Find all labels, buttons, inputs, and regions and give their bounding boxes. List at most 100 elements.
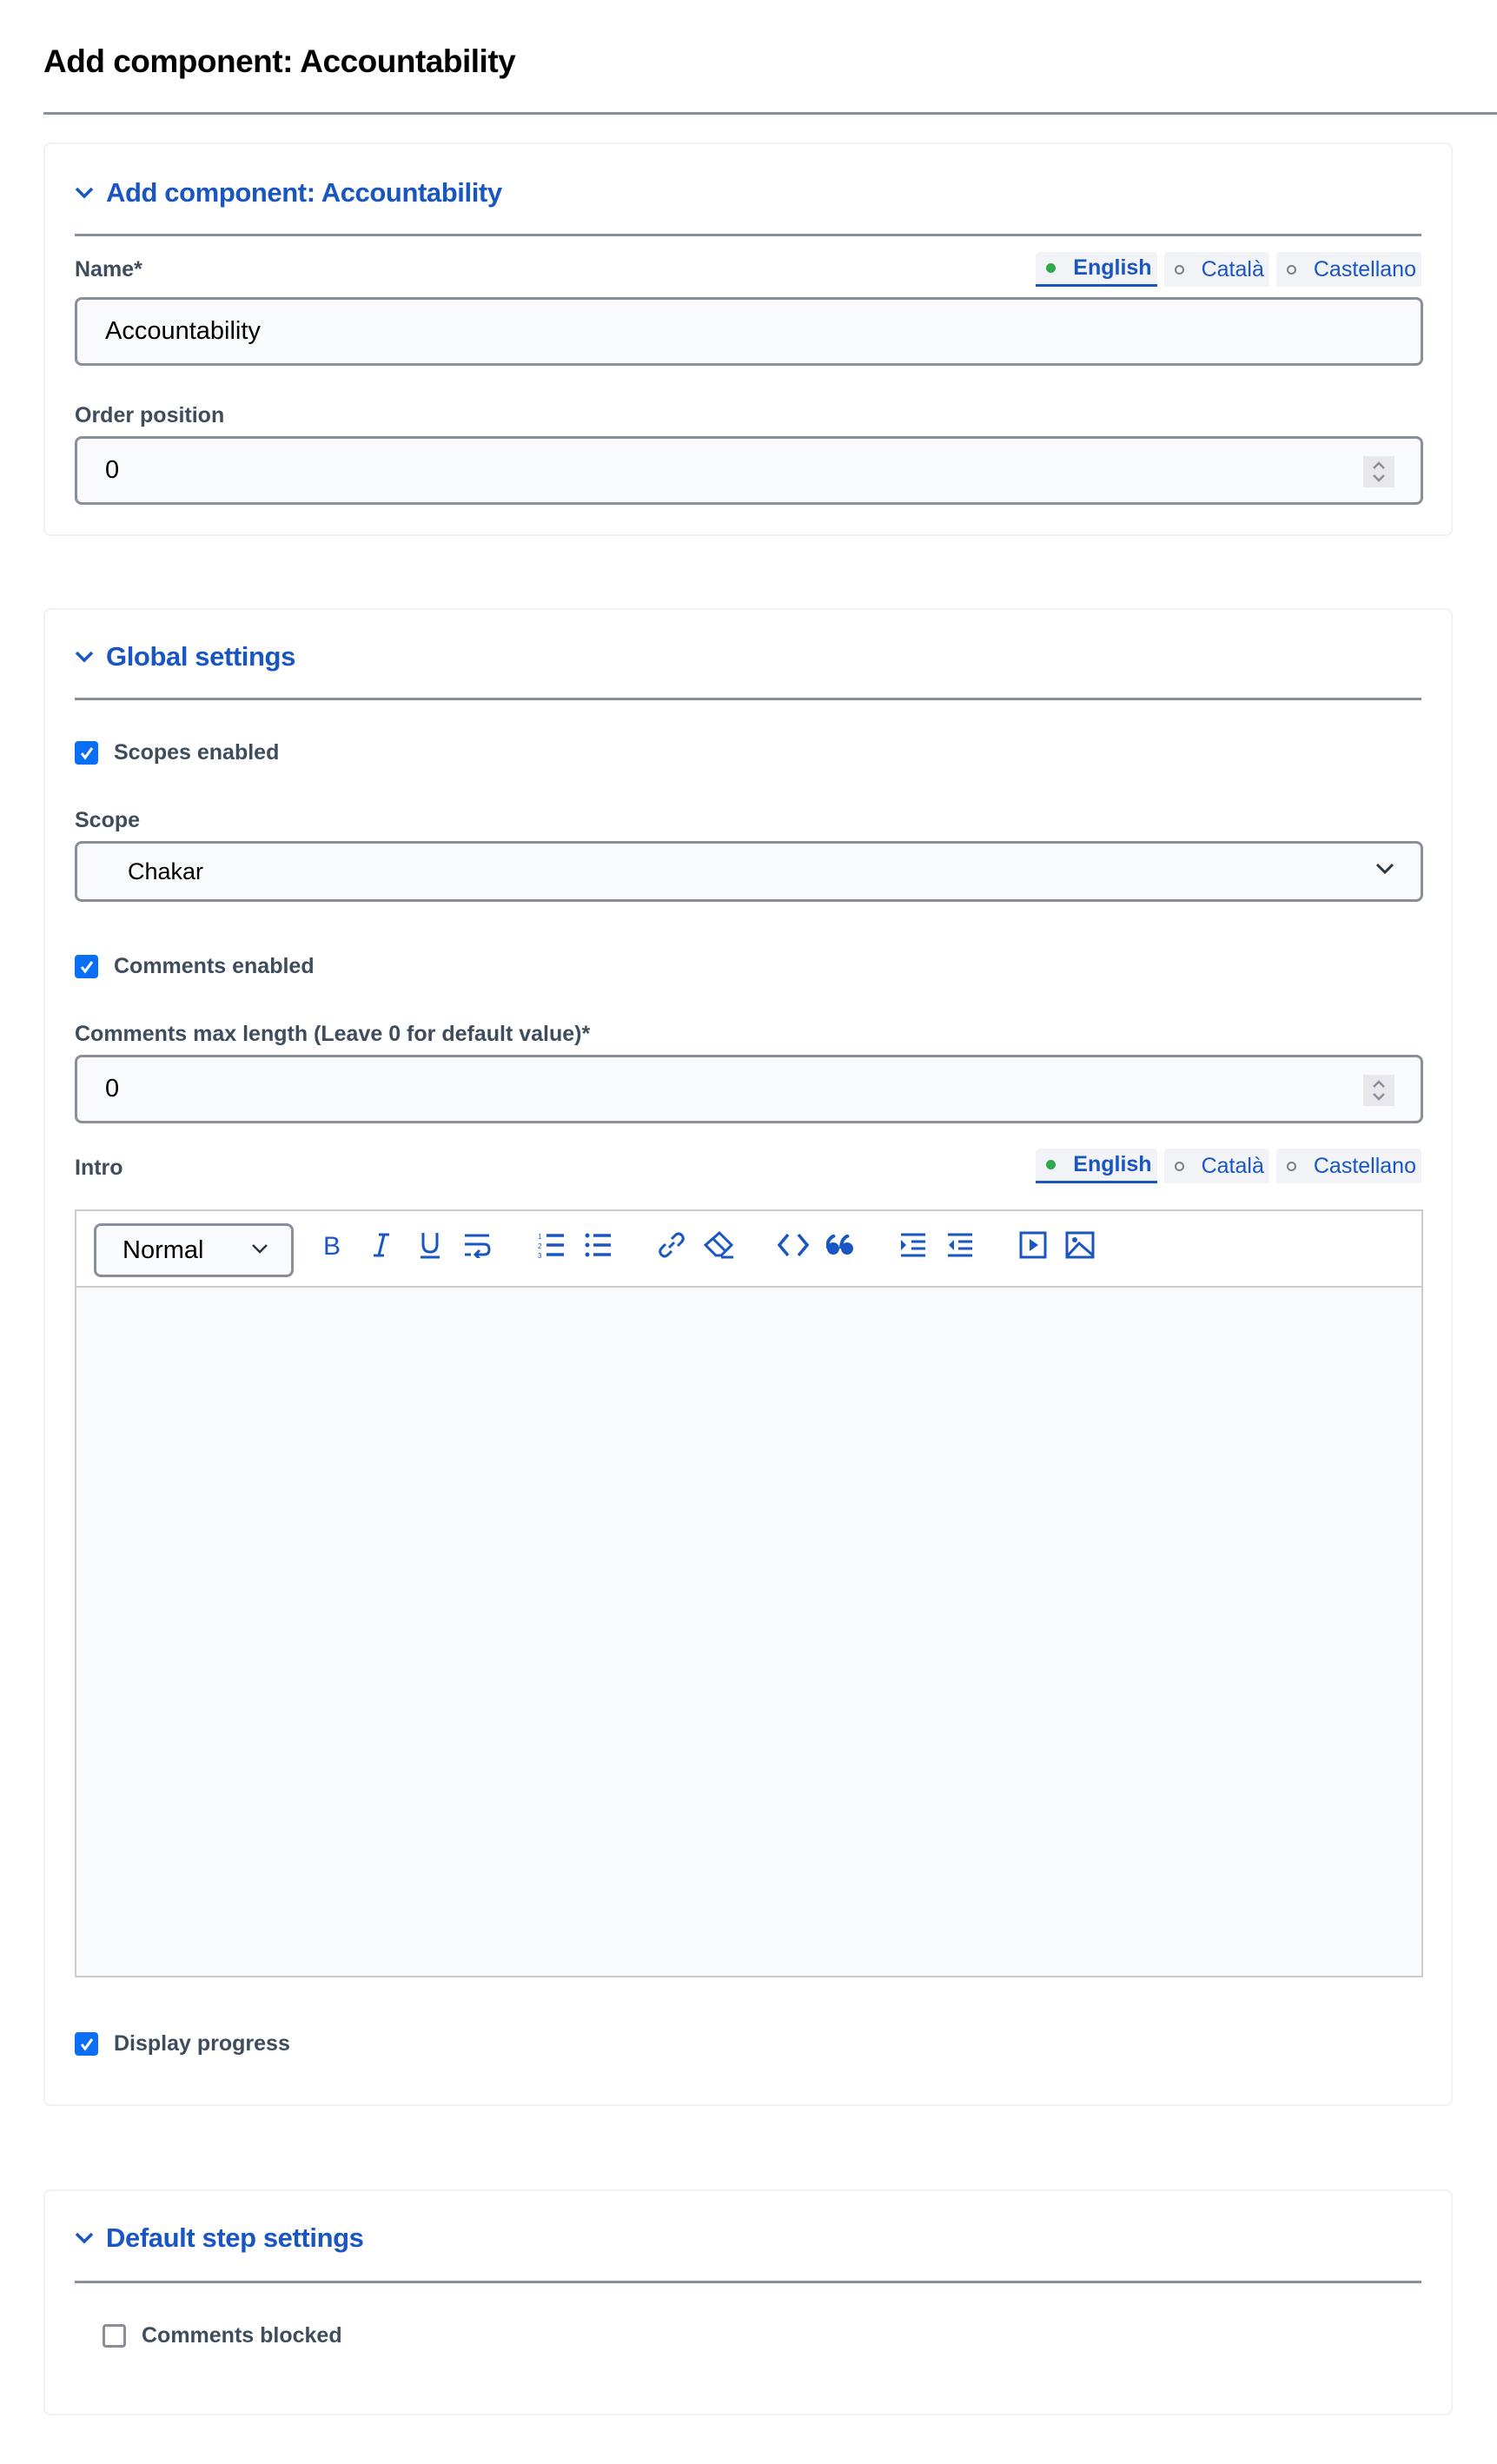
- code-button[interactable]: [775, 1227, 811, 1263]
- text-format-value: Normal: [123, 1235, 204, 1264]
- svg-text:2: 2: [538, 1242, 542, 1250]
- chevron-down-icon: [75, 651, 94, 663]
- video-button[interactable]: [1015, 1227, 1051, 1263]
- empty-dot-icon: [1174, 264, 1184, 275]
- svg-text:B: B: [323, 1232, 341, 1258]
- default-step-settings-toggle[interactable]: Default step settings: [75, 2222, 364, 2254]
- chevron-down-icon: [252, 1244, 268, 1254]
- global-settings-toggle[interactable]: Global settings: [75, 641, 295, 672]
- lang-tab-label: Castellano: [1313, 256, 1416, 282]
- text-format-select[interactable]: Normal: [94, 1223, 294, 1277]
- italic-button[interactable]: [363, 1227, 400, 1263]
- outdent-button[interactable]: [942, 1227, 978, 1263]
- up-down-arrows-icon: [1373, 1080, 1385, 1101]
- intro-language-tabs: English Català Castellano: [1036, 1149, 1421, 1183]
- display-progress-label: Display progress: [114, 2031, 290, 2056]
- comments-max-length-value: 0: [105, 1075, 120, 1103]
- comments-blocked-checkbox[interactable]: Comments blocked: [103, 2323, 342, 2348]
- chevron-down-icon: [75, 187, 94, 199]
- bold-icon: B: [323, 1232, 341, 1258]
- lang-tab-castellano[interactable]: Castellano: [1275, 252, 1421, 287]
- indent-icon: [901, 1233, 925, 1257]
- comments-max-length-label: Comments max length (Leave 0 for default…: [75, 1022, 591, 1046]
- lang-tab-catala[interactable]: Català: [1163, 1149, 1269, 1183]
- bullet-list-button[interactable]: [580, 1227, 617, 1263]
- global-settings-title: Global settings: [106, 641, 295, 672]
- svg-text:1: 1: [538, 1233, 542, 1241]
- bold-button[interactable]: B: [315, 1227, 351, 1263]
- checkbox-checked[interactable]: [75, 2032, 98, 2056]
- indent-button[interactable]: [895, 1227, 931, 1263]
- bullet-list-icon: [585, 1233, 611, 1257]
- global-settings-header: Global settings: [75, 610, 1421, 700]
- editor-content-area[interactable]: [76, 1288, 1421, 1976]
- scope-label: Scope: [75, 808, 141, 832]
- lang-tab-catala[interactable]: Català: [1163, 252, 1269, 287]
- underline-button[interactable]: [412, 1227, 448, 1263]
- checkbox-checked[interactable]: [75, 955, 98, 978]
- code-icon: [778, 1233, 809, 1257]
- order-position-input[interactable]: 0: [75, 436, 1423, 505]
- comments-enabled-checkbox[interactable]: Comments enabled: [75, 954, 315, 979]
- chevron-down-icon: [75, 2232, 94, 2244]
- scope-select[interactable]: Chakar: [75, 841, 1423, 902]
- intro-label: Intro: [75, 1156, 123, 1180]
- filled-dot-icon: [1046, 263, 1057, 273]
- link-icon: [659, 1232, 685, 1258]
- filled-dot-icon: [1046, 1160, 1057, 1169]
- global-settings-card: Global settings Scopes enabled Scope Cha…: [43, 608, 1453, 2106]
- ordered-list-button[interactable]: 12 3: [533, 1227, 570, 1263]
- scopes-enabled-checkbox[interactable]: Scopes enabled: [75, 740, 279, 765]
- intro-rich-text-editor: Normal B 12 3: [75, 1209, 1423, 1977]
- comments-blocked-label: Comments blocked: [142, 2323, 342, 2348]
- up-down-arrows-icon: [1373, 461, 1385, 482]
- checkbox-unchecked[interactable]: [103, 2324, 126, 2348]
- hard-break-button[interactable]: [459, 1227, 495, 1263]
- default-step-settings-header: Default step settings: [75, 2191, 1421, 2283]
- default-step-settings-title: Default step settings: [106, 2222, 364, 2253]
- lang-tab-label: English: [1073, 1152, 1152, 1176]
- eraser-icon: [704, 1231, 733, 1259]
- video-icon: [1019, 1231, 1047, 1259]
- empty-dot-icon: [1286, 264, 1296, 275]
- comments-enabled-label: Comments enabled: [114, 954, 315, 978]
- order-position-label: Order position: [75, 403, 225, 427]
- link-button[interactable]: [653, 1227, 690, 1263]
- chevron-down-icon: [1375, 863, 1394, 875]
- component-section-toggle[interactable]: Add component: Accountability: [75, 177, 502, 209]
- page-title: Add component: Accountability: [43, 43, 516, 79]
- component-section-title: Add component: Accountability: [106, 177, 502, 208]
- comments-max-length-input[interactable]: 0: [75, 1055, 1423, 1123]
- lang-tab-castellano[interactable]: Castellano: [1275, 1149, 1421, 1183]
- blockquote-icon: [826, 1235, 853, 1255]
- lang-tab-label: Català: [1201, 1153, 1264, 1178]
- name-input[interactable]: Accountability: [75, 297, 1423, 366]
- empty-dot-icon: [1286, 1161, 1296, 1171]
- checkmark-icon: [80, 746, 93, 759]
- image-button[interactable]: [1062, 1227, 1098, 1263]
- scope-select-value: Chakar: [128, 858, 204, 884]
- lang-tab-english[interactable]: English: [1036, 1149, 1157, 1183]
- hard-break-icon: [465, 1234, 491, 1258]
- name-label: Name*: [75, 257, 142, 282]
- default-step-settings-card: Default step settings Comments blocked: [43, 2189, 1453, 2415]
- italic-icon: [374, 1233, 389, 1257]
- ordered-list-icon: 12 3: [538, 1233, 564, 1258]
- order-position-value: 0: [105, 456, 120, 484]
- lang-tab-english[interactable]: English: [1036, 252, 1157, 287]
- number-spinner[interactable]: [1363, 456, 1394, 487]
- component-card: Add component: Accountability Name* Engl…: [43, 142, 1453, 536]
- lang-tab-label: English: [1073, 255, 1152, 280]
- underline-icon: [421, 1233, 440, 1259]
- display-progress-checkbox[interactable]: Display progress: [75, 2031, 290, 2057]
- checkmark-icon: [80, 960, 93, 973]
- checkmark-icon: [80, 2037, 93, 2050]
- image-icon: [1065, 1231, 1095, 1259]
- title-divider: [43, 112, 1497, 115]
- editor-toolbar: Normal B 12 3: [76, 1211, 1421, 1288]
- blockquote-button[interactable]: [822, 1227, 858, 1263]
- lang-tab-label: Castellano: [1313, 1153, 1416, 1178]
- checkbox-checked[interactable]: [75, 741, 98, 765]
- clear-format-button[interactable]: [700, 1227, 737, 1263]
- number-spinner[interactable]: [1363, 1075, 1394, 1106]
